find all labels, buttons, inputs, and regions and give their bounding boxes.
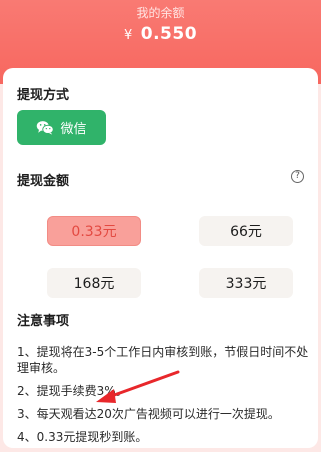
amount-option-333[interactable]: 333元 — [199, 268, 293, 298]
wechat-icon — [37, 121, 55, 135]
wechat-button-label: 微信 — [60, 122, 87, 137]
balance-amount: ¥0.550 — [0, 24, 321, 44]
note-item: 2、提现手续费3%。 — [17, 384, 128, 398]
wechat-pay-button[interactable]: 微信 — [17, 110, 106, 145]
note-item: 1、提现将在3-5个工作日内审核到账，节假日时间不处理审核。 — [17, 345, 309, 375]
notes-list: 1、提现将在3-5个工作日内审核到账，节假日时间不处理审核。 2、提现手续费3%… — [17, 344, 309, 452]
withdraw-method-title: 提现方式 — [17, 88, 70, 103]
withdraw-card: 提现方式 微信 提现金额 ? 0.33元 66元 168元 333元 注意事项 … — [3, 68, 318, 448]
note-item: 3、每天观看达20次广告视频可以进行一次提现。 — [17, 407, 280, 421]
withdraw-amount-title: 提现金额 — [17, 174, 70, 189]
notes-title: 注意事项 — [17, 314, 70, 329]
amount-option-168[interactable]: 168元 — [47, 268, 141, 298]
currency-symbol: ¥ — [123, 28, 133, 43]
help-icon[interactable]: ? — [291, 170, 304, 183]
balance-label: 我的余额 — [136, 6, 185, 20]
balance-value: 0.550 — [140, 24, 198, 44]
amount-option-0-33[interactable]: 0.33元 — [47, 216, 141, 246]
amount-option-66[interactable]: 66元 — [199, 216, 293, 246]
